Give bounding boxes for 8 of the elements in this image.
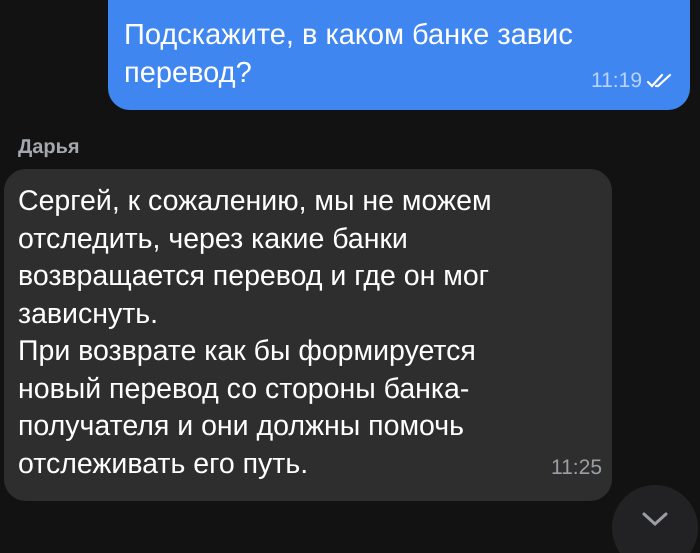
chevron-down-icon xyxy=(641,511,669,527)
message-text: Подскажите, в каком банке завис перевод? xyxy=(124,18,574,91)
sender-name: Дарья xyxy=(17,135,80,159)
message-time: 11:19 xyxy=(591,68,642,94)
message-text: При возврате как бы формируется новый перевод со стороны банка-получателя и они должны помочь отслеживать его путь. xyxy=(18,334,477,482)
scroll-down-button[interactable] xyxy=(612,485,698,553)
message-time: 11:25 xyxy=(551,455,602,481)
message-text: Сергей, к сожалению, мы не можем отследить, через какие банки возвращается перевод и где он мог зависнуть. xyxy=(18,184,493,332)
